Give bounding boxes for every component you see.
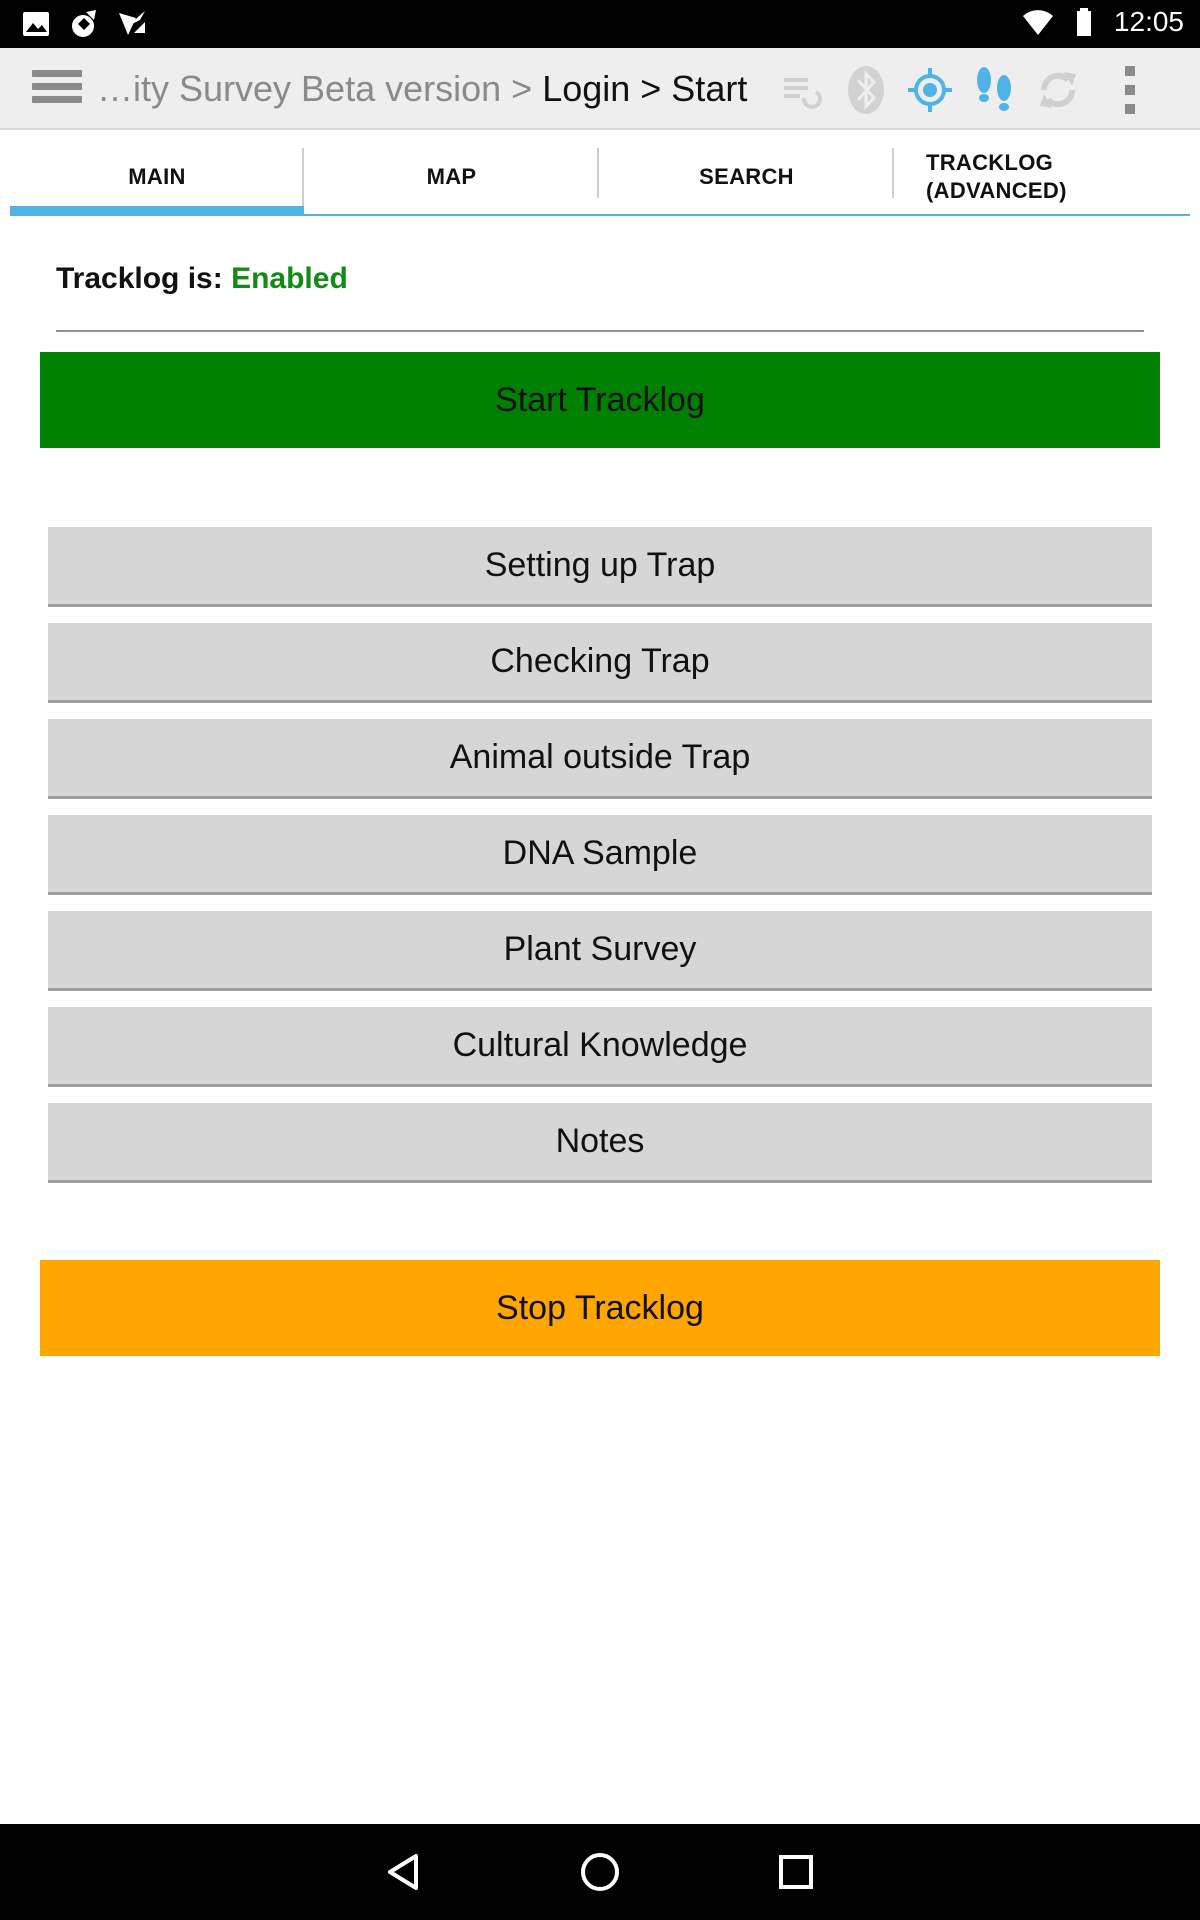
action-bar: …ity Survey Beta version > Login > Start (0, 48, 1200, 130)
overflow-menu-icon[interactable] (1090, 62, 1170, 118)
stop-tracklog-button[interactable]: Stop Tracklog (40, 1260, 1160, 1356)
tab-map-label: MAP (426, 164, 477, 189)
download-notification-icon (119, 11, 145, 35)
start-tracklog-button[interactable]: Start Tracklog (40, 352, 1160, 448)
setting-up-trap-button[interactable]: Setting up Trap (48, 527, 1152, 607)
footsteps-tracklog-icon[interactable] (962, 62, 1026, 118)
status-bar: 12:05 (0, 0, 1200, 48)
tab-tracklog-line2: (ADVANCED) (926, 178, 1067, 203)
back-icon[interactable] (380, 1848, 428, 1896)
image-notification-icon (23, 12, 49, 36)
tab-search-label: SEARCH (699, 164, 794, 189)
animal-outside-trap-button[interactable]: Animal outside Trap (48, 719, 1152, 799)
home-icon[interactable] (576, 1848, 624, 1896)
breadcrumb-current: Login > Start (542, 68, 748, 109)
tab-search[interactable]: SEARCH (599, 140, 894, 216)
tracklog-status-label: Tracklog is: (56, 262, 223, 295)
divider (56, 330, 1144, 332)
status-bar-clock: 12:05 (1113, 6, 1184, 37)
tab-bar: MAIN MAP SEARCH TRACKLOG (ADVANCED) (10, 140, 1190, 216)
status-bar-system: 12:05 (1022, 6, 1184, 38)
notes-button[interactable]: Notes (48, 1103, 1152, 1183)
tab-tracklog-advanced-label: TRACKLOG (ADVANCED) (926, 149, 1067, 205)
tab-map[interactable]: MAP (304, 140, 599, 216)
cultural-knowledge-button[interactable]: Cultural Knowledge (48, 1007, 1152, 1087)
refresh-icon[interactable] (1026, 62, 1090, 118)
navigation-bar (0, 1824, 1200, 1920)
tracklog-status: Tracklog is: Enabled (56, 262, 348, 296)
breadcrumb: …ity Survey Beta version > Login > Start (97, 68, 747, 110)
tab-tracklog-line1: TRACKLOG (926, 150, 1054, 175)
action-bar-icons (770, 62, 1170, 118)
recents-icon[interactable] (772, 1848, 820, 1896)
wifi-icon (1022, 10, 1053, 35)
tracklog-status-value: Enabled (231, 262, 348, 295)
checking-trap-button[interactable]: Checking Trap (48, 623, 1152, 703)
status-bar-notifications (20, 8, 148, 40)
bluetooth-icon[interactable] (834, 62, 898, 118)
menu-drawer-icon[interactable] (32, 70, 82, 110)
breadcrumb-prefix[interactable]: …ity Survey Beta version > (97, 68, 542, 109)
app-notification-icon (72, 10, 96, 37)
tab-main[interactable]: MAIN (10, 140, 304, 216)
battery-icon (1076, 8, 1091, 36)
dna-sample-button[interactable]: DNA Sample (48, 815, 1152, 895)
tab-main-label: MAIN (128, 164, 186, 189)
gps-location-icon[interactable] (898, 62, 962, 118)
tab-tracklog-advanced[interactable]: TRACKLOG (ADVANCED) (894, 140, 1190, 216)
sync-forms-icon[interactable] (770, 62, 834, 118)
plant-survey-button[interactable]: Plant Survey (48, 911, 1152, 991)
